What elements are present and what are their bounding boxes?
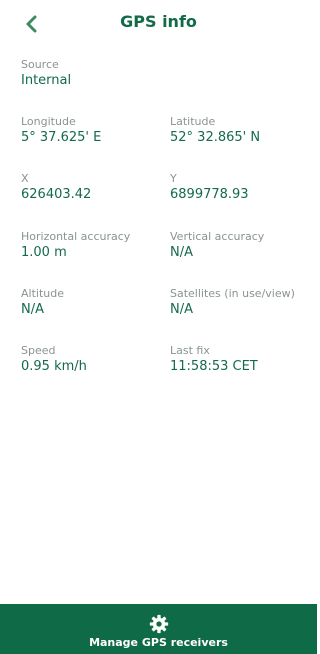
speed-label: Speed [21, 344, 56, 357]
speed-field: Speed 0.95 km/h [21, 344, 87, 375]
source-value: Internal [21, 73, 72, 88]
satellites-field: Satellites (in use/view) N/A [170, 287, 295, 318]
vertical-accuracy-label: Vertical accuracy [170, 230, 265, 243]
longitude-value: 5° 37.625' E [21, 130, 102, 145]
app-header: GPS info [0, 0, 317, 48]
latitude-field: Latitude 52° 32.865' N [170, 115, 260, 146]
x-value: 626403.42 [21, 187, 92, 202]
manage-gps-receivers-label: Manage GPS receivers [89, 636, 228, 649]
source-label: Source [21, 58, 59, 71]
gear-icon [149, 614, 169, 634]
y-label: Y [170, 172, 177, 185]
latitude-value: 52° 32.865' N [170, 130, 261, 145]
longitude-label: Longitude [21, 115, 76, 128]
source-field: Source Internal [21, 58, 71, 89]
last-fix-label: Last fix [170, 344, 210, 357]
altitude-label: Altitude [21, 287, 64, 300]
horizontal-accuracy-field: Horizontal accuracy 1.00 m [21, 230, 130, 261]
last-fix-value: 11:58:53 CET [170, 359, 258, 374]
last-fix-field: Last fix 11:58:53 CET [170, 344, 258, 375]
vertical-accuracy-value: N/A [170, 245, 193, 260]
satellites-label: Satellites (in use/view) [170, 287, 295, 300]
horizontal-accuracy-label: Horizontal accuracy [21, 230, 131, 243]
speed-value: 0.95 km/h [21, 359, 87, 374]
latitude-label: Latitude [170, 115, 216, 128]
y-value: 6899778.93 [170, 187, 249, 202]
altitude-value: N/A [21, 302, 44, 317]
y-field: Y 6899778.93 [170, 172, 249, 203]
vertical-accuracy-field: Vertical accuracy N/A [170, 230, 264, 261]
x-label: X [21, 172, 29, 185]
longitude-field: Longitude 5° 37.625' E [21, 115, 101, 146]
x-field: X 626403.42 [21, 172, 91, 203]
satellites-value: N/A [170, 302, 193, 317]
manage-gps-receivers-button[interactable]: Manage GPS receivers [0, 604, 317, 654]
altitude-field: Altitude N/A [21, 287, 64, 318]
horizontal-accuracy-value: 1.00 m [21, 245, 67, 260]
page-title: GPS info [120, 12, 197, 31]
